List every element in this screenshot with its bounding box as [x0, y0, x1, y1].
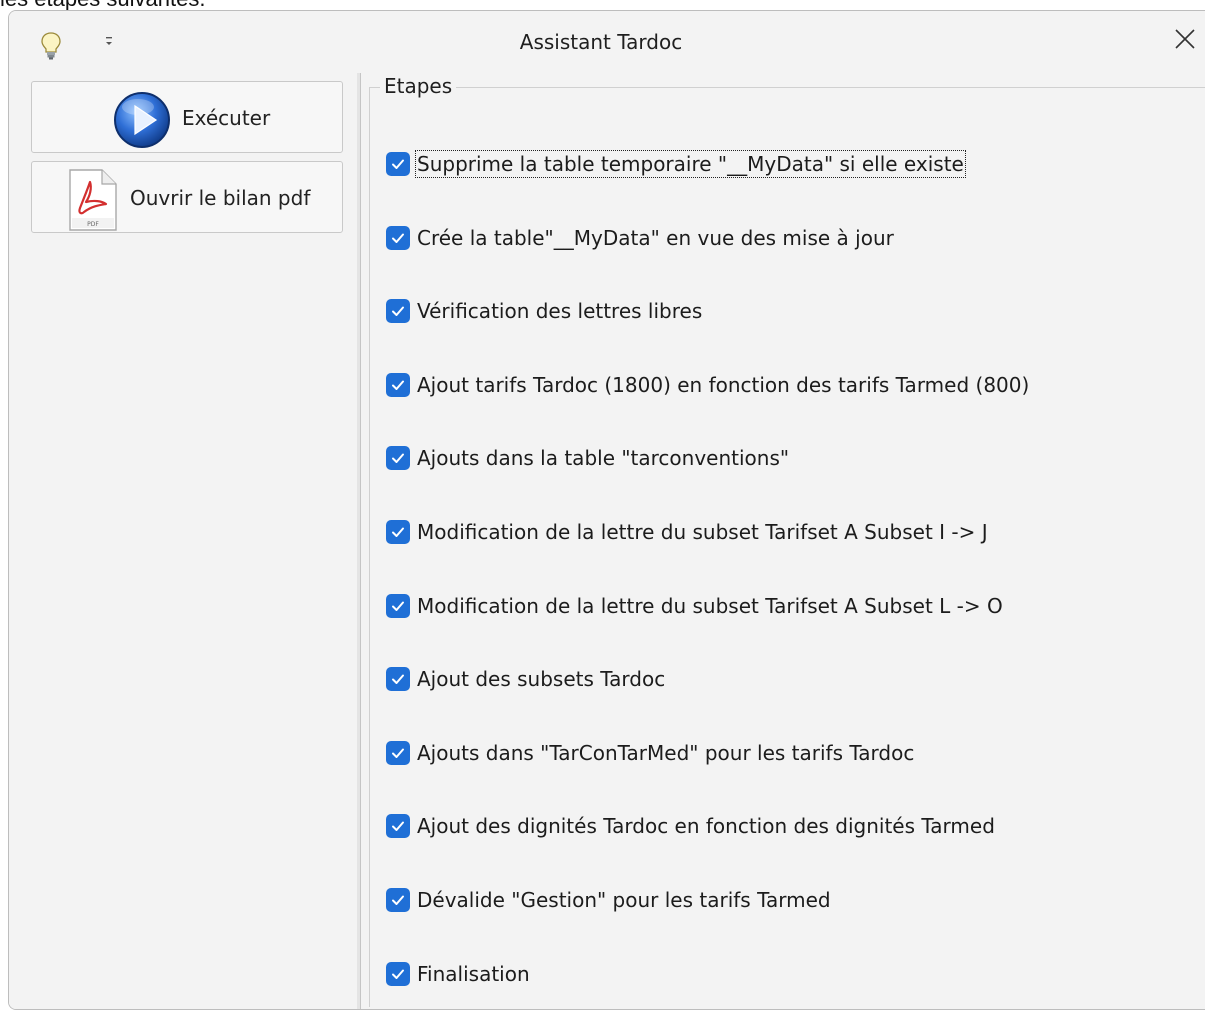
step-label: Modification de la lettre du subset Tari…	[417, 593, 1003, 618]
step-checkbox[interactable]	[386, 888, 410, 912]
checkmark-icon	[392, 748, 404, 758]
step-item[interactable]: Ajouts dans "TarConTarMed" pour les tari…	[386, 737, 915, 769]
step-label: Ajouts dans "TarConTarMed" pour les tari…	[417, 740, 915, 765]
action-sidebar: Exécuter PDF Ouvrir le bilan pdf	[9, 73, 358, 1009]
window-title: Assistant Tardoc	[519, 30, 683, 54]
steps-group: Etapes Supprime la table temporaire "__M…	[369, 74, 1205, 1007]
step-label: Ajout des subsets Tardoc	[417, 667, 666, 692]
run-button-label: Exécuter	[182, 106, 271, 130]
checkmark-icon	[392, 601, 404, 611]
step-item[interactable]: Ajouts dans la table "tarconventions"	[386, 442, 790, 474]
step-label: Ajouts dans la table "tarconventions"	[417, 446, 790, 471]
step-item[interactable]: Crée la table"__MyData" en vue des mise …	[386, 222, 895, 254]
step-item[interactable]: Dévalide "Gestion" pour les tarifs Tarme…	[386, 884, 832, 916]
step-label: Dévalide "Gestion" pour les tarifs Tarme…	[417, 888, 831, 912]
assistant-window: Assistant Tardoc Exécuter PDF Ouvrir le …	[8, 10, 1205, 1010]
step-checkbox[interactable]	[386, 814, 410, 839]
checkmark-icon	[392, 159, 404, 169]
step-checkbox[interactable]	[386, 667, 410, 692]
checkmark-icon	[392, 380, 404, 390]
step-item[interactable]: Modification de la lettre du subset Tari…	[386, 590, 1004, 622]
step-item[interactable]: Finalisation	[386, 958, 531, 990]
step-label: Finalisation	[417, 961, 530, 986]
step-item[interactable]: Modification de la lettre du subset Tari…	[386, 516, 989, 548]
step-checkbox[interactable]	[386, 372, 410, 397]
steps-group-legend: Etapes	[380, 74, 457, 98]
close-icon[interactable]	[1171, 25, 1199, 53]
step-label: Ajout des dignités Tardoc en fonction de…	[417, 814, 995, 839]
step-item[interactable]: Vérification des lettres libres	[386, 295, 703, 327]
open-pdf-report-button[interactable]: PDF Ouvrir le bilan pdf	[31, 161, 343, 233]
main-panel: Etapes Supprime la table temporaire "__M…	[361, 73, 1205, 1009]
step-label: Vérification des lettres libres	[417, 299, 703, 324]
checkmark-icon	[392, 674, 404, 685]
checkmark-icon	[392, 233, 404, 243]
step-checkbox[interactable]	[386, 299, 410, 324]
step-item[interactable]: Ajout tarifs Tardoc (1800) en fonction d…	[386, 369, 1030, 401]
step-label: Modification de la lettre du subset Tari…	[417, 520, 988, 544]
checkmark-icon	[392, 306, 404, 317]
step-checkbox[interactable]	[386, 152, 410, 176]
step-item[interactable]: Ajout des subsets Tardoc	[386, 663, 666, 695]
pdf-file-icon: PDF	[69, 169, 117, 231]
open-pdf-button-label: Ouvrir le bilan pdf	[130, 186, 311, 210]
step-checkbox[interactable]	[386, 446, 410, 471]
checkmark-icon	[392, 453, 404, 464]
checkmark-icon	[392, 527, 404, 537]
step-item[interactable]: Ajout des dignités Tardoc en fonction de…	[386, 810, 996, 842]
step-checkbox[interactable]	[386, 593, 410, 618]
checkmark-icon	[392, 895, 404, 905]
pdf-icon-caption: PDF	[87, 221, 99, 228]
step-checkbox[interactable]	[386, 520, 410, 544]
title-bar: Assistant Tardoc	[9, 11, 1205, 73]
step-label: Supprime la table temporaire "__MyData" …	[415, 150, 966, 178]
step-label: Crée la table"__MyData" en vue des mise …	[417, 225, 894, 250]
checkmark-icon	[392, 969, 404, 979]
step-checkbox[interactable]	[386, 225, 410, 250]
step-label: Ajout tarifs Tardoc (1800) en fonction d…	[417, 372, 1030, 397]
play-icon	[114, 92, 170, 148]
run-button[interactable]: Exécuter	[31, 81, 343, 153]
step-checkbox[interactable]	[386, 961, 410, 986]
checkmark-icon	[392, 821, 404, 832]
step-checkbox[interactable]	[386, 740, 410, 765]
step-item[interactable]: Supprime la table temporaire "__MyData" …	[386, 148, 966, 180]
